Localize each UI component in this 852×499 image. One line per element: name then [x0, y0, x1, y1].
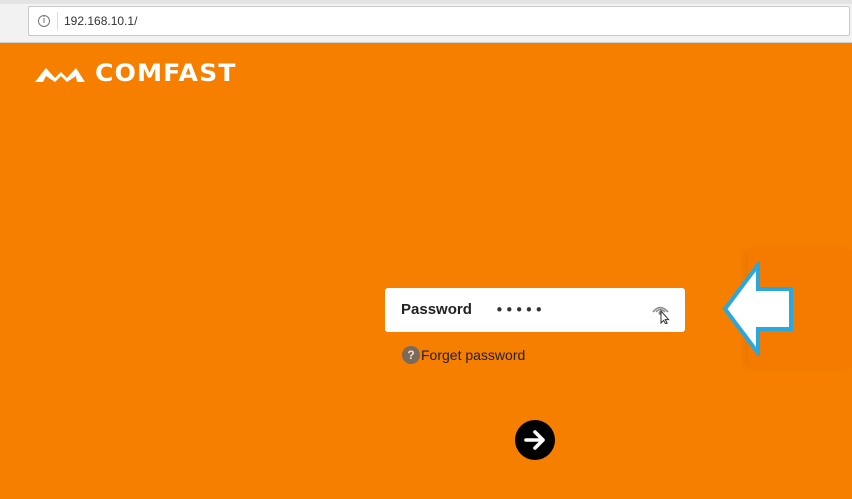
url-text[interactable]: 192.168.10.1/	[64, 14, 137, 28]
question-icon: ?	[402, 346, 420, 364]
browser-tab-strip	[0, 0, 852, 4]
arrow-left-outline-icon	[722, 262, 793, 356]
login-submit-button[interactable]	[515, 420, 555, 460]
forget-password-link[interactable]: ? Forget password	[402, 346, 525, 364]
arrow-right-icon	[524, 430, 545, 450]
login-box: Password	[385, 288, 685, 332]
comfast-logo: COMFAST	[33, 59, 235, 87]
logo-text: COMFAST	[95, 59, 237, 87]
browser-toolbar: i 192.168.10.1/	[0, 0, 852, 43]
eye-icon[interactable]	[650, 302, 672, 325]
password-label: Password	[401, 301, 472, 318]
address-divider	[57, 12, 58, 30]
info-icon[interactable]: i	[38, 15, 50, 27]
password-input[interactable]	[495, 298, 645, 322]
address-bar[interactable]: i 192.168.10.1/	[28, 6, 850, 36]
comfast-logo-icon	[35, 68, 85, 82]
forget-password-label: Forget password	[421, 347, 526, 363]
